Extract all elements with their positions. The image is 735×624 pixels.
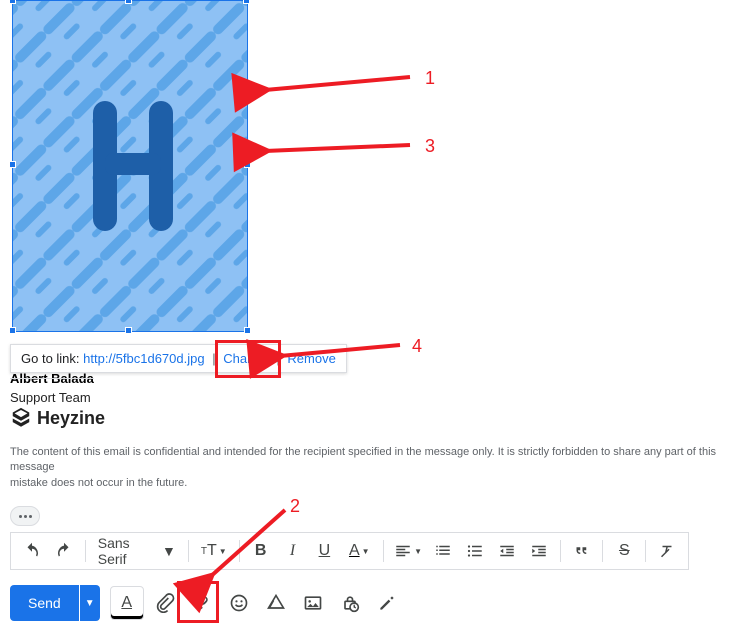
resize-handle-br[interactable] [244,327,251,334]
toolbar-separator [645,540,646,562]
attach-file-button[interactable] [149,587,181,619]
annotation-number-4: 4 [412,336,422,357]
remove-formatting-button[interactable] [652,536,682,566]
image-pattern [13,1,247,331]
toolbar-separator [188,540,189,562]
resize-handle-ml[interactable] [9,161,16,168]
toolbar-separator [85,540,86,562]
align-dropdown[interactable]: ▼ [390,536,426,566]
resize-handle-bl[interactable] [9,327,16,334]
heyzine-logo-icon [10,407,32,429]
signature-role: Support Team [10,390,91,405]
resize-handle-mr[interactable] [244,161,251,168]
text-color-dropdown[interactable]: A▼ [341,536,377,566]
strikethrough-button[interactable]: S [609,536,639,566]
signature-brand: Heyzine [10,407,105,429]
disclaimer-line: mistake does not occur in the future. [10,476,735,491]
toolbar-separator [602,540,603,562]
undo-button[interactable] [17,536,47,566]
link-popup-sep: | [212,351,215,366]
formatting-options-button[interactable]: A [110,586,144,620]
formatting-toolbar: Sans Serif▼ TT▼ B I U A▼ ▼ S [10,532,689,570]
signature-name: Albert Balada [10,371,94,386]
toolbar-separator [239,540,240,562]
annotation-number-3: 3 [425,136,435,157]
insert-emoji-button[interactable] [223,587,255,619]
indent-less-button[interactable] [492,536,522,566]
insert-signature-button[interactable] [371,587,403,619]
italic-button[interactable]: I [278,536,308,566]
link-popup-label: Go to link: [21,351,80,366]
send-options-dropdown[interactable]: ▼ [80,585,100,621]
link-edit-popup: Go to link: http://5fbc1d670d.jpg | Chan… [10,344,347,373]
resize-handle-bm[interactable] [125,327,132,334]
resize-handle-tl[interactable] [9,0,16,4]
redo-button[interactable] [49,536,79,566]
resize-handle-tm[interactable] [125,0,132,4]
bold-button[interactable]: B [246,536,276,566]
show-trimmed-content-button[interactable] [10,506,40,526]
annotation-number-2: 2 [290,496,300,517]
insert-drive-button[interactable] [260,587,292,619]
link-change-action[interactable]: Change [223,351,269,366]
font-size-dropdown[interactable]: TT▼ [195,536,233,566]
disclaimer-line: The content of this email is confidentia… [10,445,735,476]
toolbar-separator [560,540,561,562]
bulleted-list-button[interactable] [460,536,490,566]
email-disclaimer: The content of this email is confidentia… [10,445,735,491]
send-button[interactable]: Send [10,585,79,621]
underline-button[interactable]: U [309,536,339,566]
insert-photo-button[interactable] [297,587,329,619]
signature-brand-text: Heyzine [37,408,105,429]
link-popup-url[interactable]: http://5fbc1d670d.jpg [83,351,204,366]
numbered-list-button[interactable] [428,536,458,566]
annotation-number-1: 1 [425,68,435,89]
resize-handle-tr[interactable] [243,0,250,4]
send-toolbar: Send ▼ A [10,585,403,621]
font-family-dropdown[interactable]: Sans Serif▼ [92,536,182,566]
insert-link-button[interactable] [186,587,218,619]
embedded-image-selected[interactable] [12,0,248,332]
confidential-mode-button[interactable] [334,587,366,619]
link-remove-action[interactable]: Remove [287,351,335,366]
link-popup-sep: | [276,351,279,366]
quote-button[interactable] [567,536,597,566]
indent-more-button[interactable] [524,536,554,566]
toolbar-separator [383,540,384,562]
